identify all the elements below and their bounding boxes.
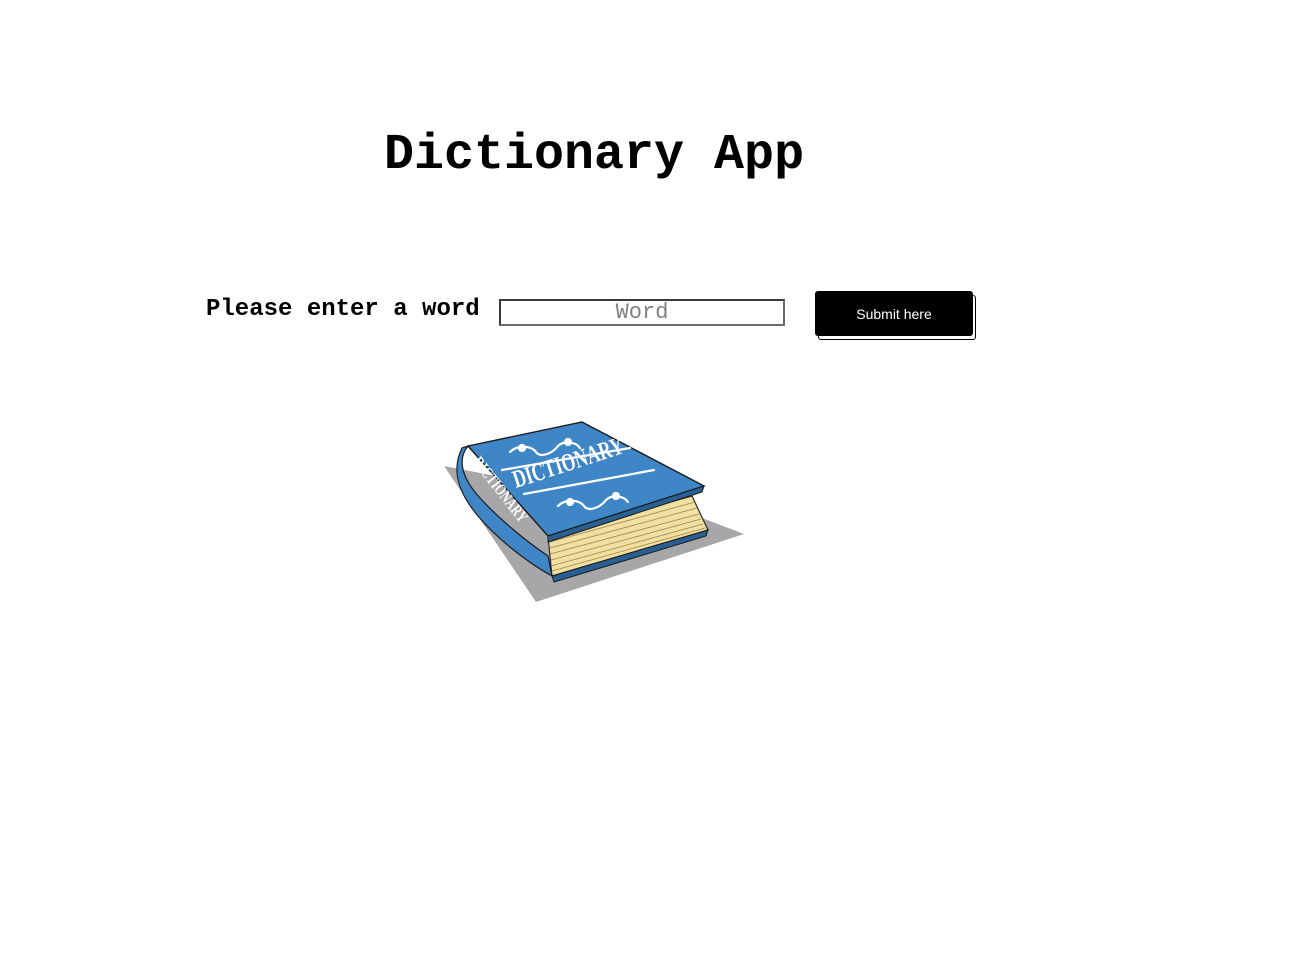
dictionary-book-icon: DICTIONARY DICTIONARY (444, 421, 744, 602)
word-prompt-label: Please enter a word (206, 296, 480, 323)
page: Dictionary App Please enter a word Submi… (0, 0, 1301, 965)
submit-button[interactable]: Submit here (815, 291, 973, 336)
word-input[interactable] (499, 299, 785, 326)
submit-button-container: Submit here (815, 291, 978, 342)
page-title: Dictionary App (384, 127, 805, 184)
